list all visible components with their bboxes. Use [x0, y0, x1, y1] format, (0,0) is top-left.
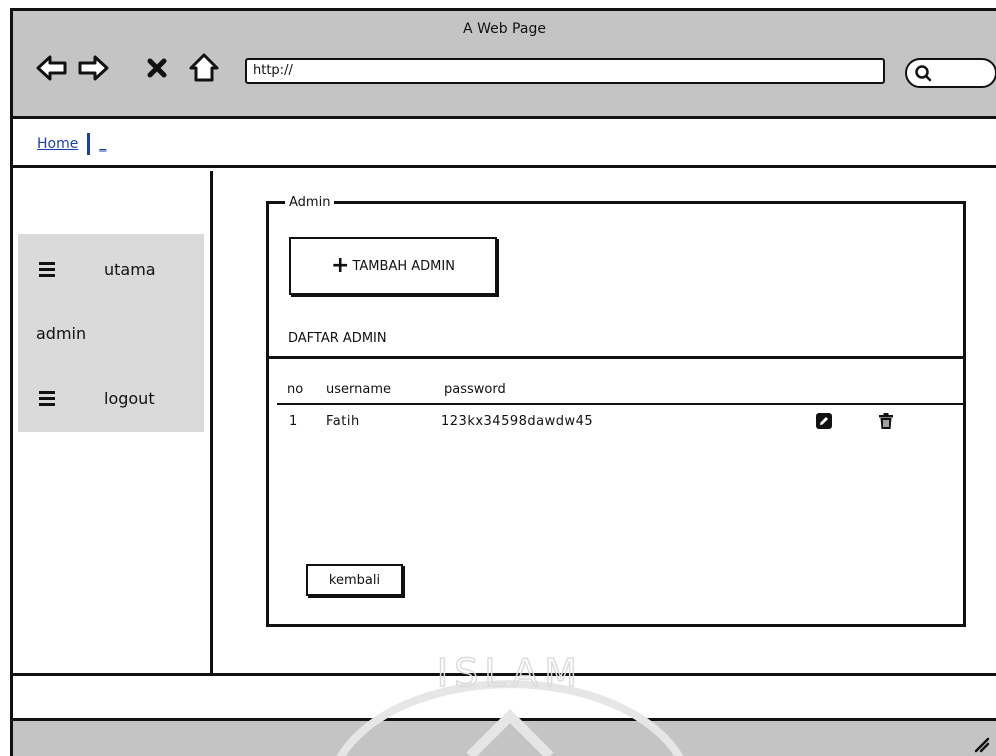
back-button[interactable]: kembali: [306, 564, 403, 596]
cell-username: Fatih: [326, 414, 360, 429]
admin-panel-legend: Admin: [285, 195, 335, 210]
breadcrumb-more-link[interactable]: _: [99, 136, 106, 152]
edit-icon[interactable]: [815, 412, 833, 430]
column-header-no: no: [287, 382, 304, 397]
add-admin-button[interactable]: + TAMBAH ADMIN: [289, 237, 497, 295]
status-bar: [13, 718, 996, 756]
back-arrow-icon[interactable]: [35, 51, 69, 85]
sidebar-item-logout[interactable]: logout: [18, 378, 204, 418]
sidebar-item-label: utama: [104, 259, 156, 279]
sidebar-item-label: admin: [36, 323, 87, 343]
url-input[interactable]: http://: [245, 58, 885, 84]
admin-panel: Admin + TAMBAH ADMIN DAFTAR ADMIN no use…: [266, 195, 966, 627]
breadcrumb-separator: [87, 132, 91, 155]
forward-arrow-icon[interactable]: [76, 51, 110, 85]
menu-icon: [39, 391, 55, 406]
divider: [269, 356, 963, 359]
search-field[interactable]: [905, 58, 996, 88]
admin-list-title: DAFTAR ADMIN: [288, 331, 387, 346]
sidebar-item-label: logout: [104, 388, 155, 408]
breadcrumb: Home _: [13, 122, 996, 168]
sidebar-divider: [210, 171, 213, 673]
home-icon[interactable]: [187, 51, 221, 85]
browser-window: A Web Page http:// Home _ utama admin lo…: [10, 8, 996, 756]
resize-grip-icon[interactable]: [970, 733, 990, 753]
sidebar-item-utama[interactable]: utama: [18, 249, 204, 289]
column-header-username: username: [326, 382, 391, 397]
breadcrumb-home-link[interactable]: Home: [37, 136, 78, 152]
menu-icon: [39, 262, 55, 277]
trash-icon[interactable]: [877, 412, 895, 430]
cell-password: 123kx34598dawdw45: [441, 414, 594, 429]
sidebar-item-admin[interactable]: admin: [18, 313, 204, 353]
add-admin-button-label: TAMBAH ADMIN: [352, 258, 455, 274]
plus-icon: +: [331, 253, 350, 278]
search-icon: [915, 65, 932, 82]
close-icon[interactable]: [146, 51, 168, 85]
footer-divider: [13, 673, 996, 676]
browser-toolbar: A Web Page http://: [13, 11, 996, 119]
sidebar: utama admin logout: [18, 234, 204, 432]
column-header-password: password: [444, 382, 506, 397]
cell-no: 1: [289, 414, 298, 429]
window-title: A Web Page: [463, 21, 546, 37]
table-header-line: [277, 403, 963, 405]
